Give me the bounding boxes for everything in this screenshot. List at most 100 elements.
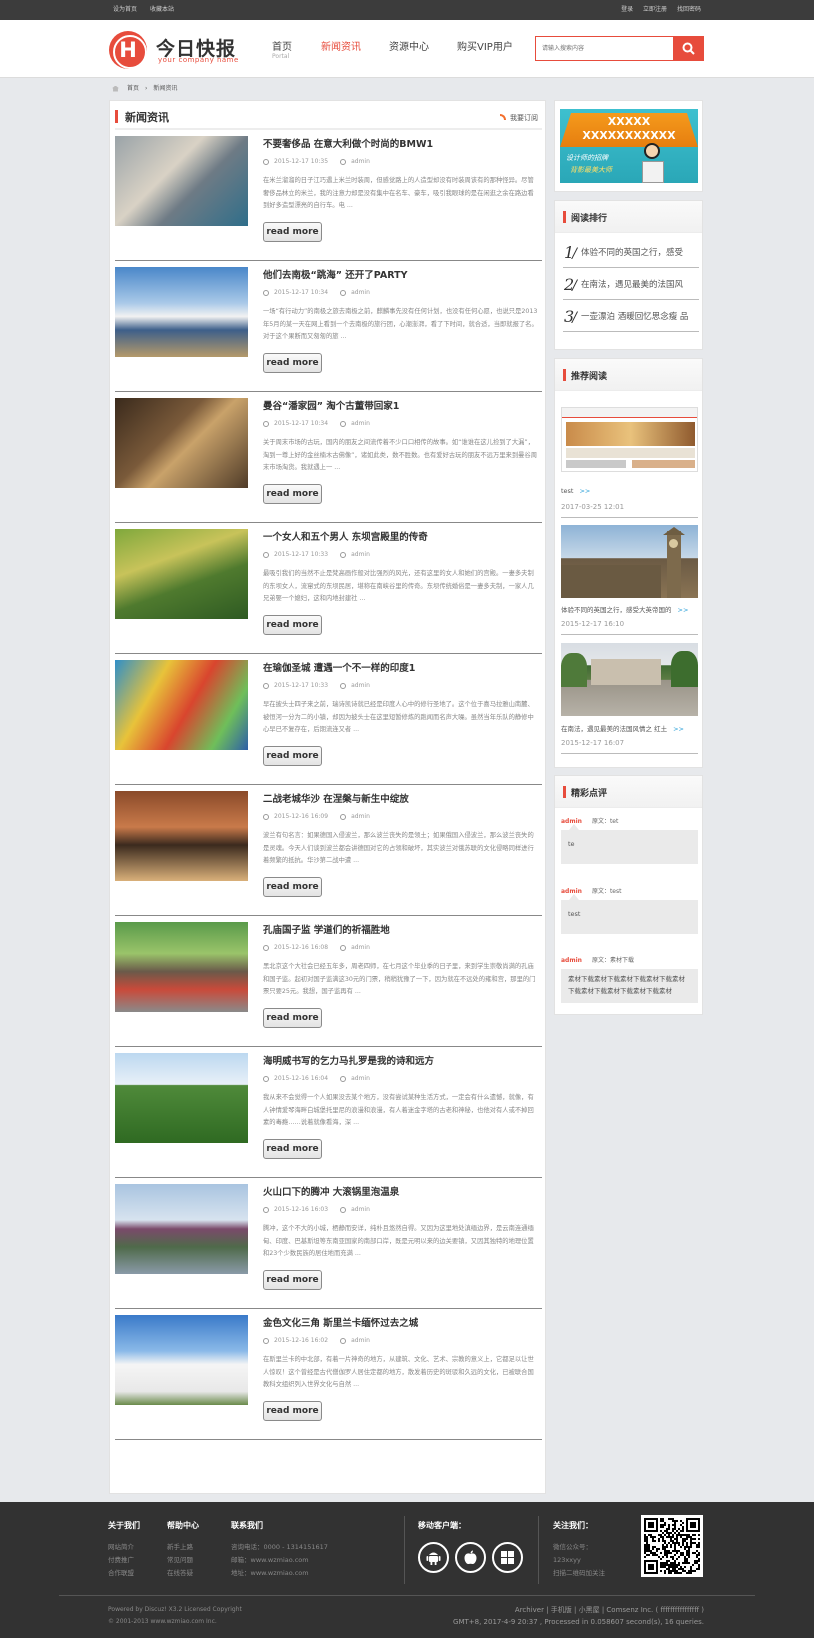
footer-link[interactable]: 合作联盟 [108,1567,140,1580]
article-title[interactable]: 他们去南极“跳海” 还开了PARTY [263,267,408,281]
article-author[interactable]: admin [351,158,370,165]
subscribe-link[interactable]: 我要订阅 [500,113,538,123]
read-more-button[interactable]: read more [263,222,322,242]
article-author[interactable]: admin [351,813,370,820]
ranking-item[interactable]: 3 一壶漂泊 酒暖回忆思念瘦 品 [563,301,699,332]
breadcrumb-current[interactable]: 新闻资讯 [153,85,177,92]
article-title[interactable]: 不要奢侈品 在意大利做个时尚的BMW1 [263,136,433,150]
article-author[interactable]: admin [351,1206,370,1213]
rank-title: 在南法，遇见最美的法国风 [581,280,684,290]
article-title[interactable]: 金色文化三角 斯里兰卡缅怀过去之城 [263,1315,418,1329]
footer-contact-item: 咨询电话：0000 - 1314151617 [231,1543,328,1551]
logo-icon[interactable]: H [109,31,147,69]
footer-link[interactable]: 新手上路 [167,1541,199,1554]
article-thumbnail[interactable] [115,267,248,357]
forgot-password-link[interactable]: 找回密码 [677,6,701,13]
ad-banner[interactable]: XXXXX XXXXXXXXXXX 设计师的招牌 背影最美大师 [560,109,698,183]
clock-icon [263,944,269,951]
home-icon[interactable] [112,85,119,92]
article-summary: 一场“有行动力”的南极之旅去南极之前，麒麟事先没有任何计划，也没有任何心愿，也说… [263,308,538,340]
nav-news[interactable]: 新闻资讯 [321,38,361,53]
article-divider [115,260,542,261]
read-more-button[interactable]: read more [263,353,322,373]
nav-vip[interactable]: 购买VIP用户 [457,38,513,53]
footer-links[interactable]: Archiver | 手机版 | 小黑屋 | Comsenz Inc. ( ff… [515,1605,704,1615]
article-thumbnail[interactable] [115,791,248,881]
article-item: 不要奢侈品 在意大利做个时尚的BMW1 2015-12-17 10:35 admin… [115,134,542,271]
powered-by[interactable]: Powered by Discuz! X3.2 Licensed Copyrig… [108,1606,242,1613]
windows-app-button[interactable] [492,1542,523,1573]
article-title[interactable]: 一个女人和五个男人 东坝宫殿里的传奇 [263,529,428,543]
article-author[interactable]: admin [351,1075,370,1082]
article-divider [115,1308,542,1309]
article-author[interactable]: admin [351,289,370,296]
article-thumbnail[interactable] [115,529,248,619]
article-thumbnail[interactable] [115,136,248,226]
article-thumbnail[interactable] [115,1053,248,1143]
footer-link[interactable]: 常见问题 [167,1554,199,1567]
recommend-thumb[interactable] [561,643,698,716]
comments-box: 精彩点评 admin 原文：tet te admin 原文：test test ad… [554,775,703,1015]
nav-resources[interactable]: 资源中心 [389,38,429,53]
article-title[interactable]: 曼谷“潘家园” 淘个古董带回家1 [263,398,399,412]
recommend-thumb[interactable] [561,525,698,598]
footer-contact: 联系我们 咨询电话：0000 - 1314151617 邮箱：www.wzmia… [231,1520,328,1580]
read-more-button[interactable]: read more [263,1401,322,1421]
footer-follow-item: 123xxyy [553,1556,581,1564]
recommend-date: 2017-03-25 12:01 [561,503,625,511]
article-thumbnail[interactable] [115,660,248,750]
ranking-item[interactable]: 1 体验不同的英国之行，感受 [563,237,699,268]
apple-app-button[interactable] [455,1542,486,1573]
article-author[interactable]: admin [351,1337,370,1344]
article-summary: 在斯里兰卡的中北部，有着一片神奇的地方，从建筑、文化、艺术、宗教的意义上，它都足… [263,1356,534,1388]
read-more-button[interactable]: read more [263,877,322,897]
footer-link[interactable]: 在线答疑 [167,1567,199,1580]
recommend-caption[interactable]: test >> [561,487,590,495]
article-author[interactable]: admin [351,944,370,951]
apple-icon [464,1550,477,1565]
user-icon [340,1206,347,1213]
login-link[interactable]: 登录 [621,6,633,13]
article-meta: 2015-12-16 16:09 admin [263,813,370,820]
read-more-button[interactable]: read more [263,615,322,635]
bookmark-link[interactable]: 收藏本站 [150,6,174,13]
search-box [535,36,674,61]
read-more-button[interactable]: read more [263,1008,322,1028]
recommend-caption[interactable]: 在南法，遇见最美的法国风情之 红土 >> [561,723,684,733]
android-app-button[interactable] [418,1542,449,1573]
article-title[interactable]: 火山口下的腾冲 大滚锅里泡温泉 [263,1184,399,1198]
article-item: 他们去南极“跳海” 还开了PARTY 2015-12-17 10:34 admin 一… [115,265,542,402]
article-author[interactable]: admin [351,420,370,427]
read-more-button[interactable]: read more [263,1270,322,1290]
article-divider [115,784,542,785]
footer-link[interactable]: 网站简介 [108,1541,140,1554]
article-title[interactable]: 孔庙国子监 学道们的祈福胜地 [263,922,390,936]
article-author[interactable]: admin [351,682,370,689]
set-home-link[interactable]: 设为首页 [113,6,137,13]
read-more-button[interactable]: read more [263,484,322,504]
article-thumbnail[interactable] [115,398,248,488]
article-title[interactable]: 二战老城华沙 在涅槃与新生中绽放 [263,791,409,805]
search-button[interactable] [673,36,704,61]
article-thumbnail[interactable] [115,922,248,1012]
read-more-button[interactable]: read more [263,1139,322,1159]
article-author[interactable]: admin [351,551,370,558]
register-link[interactable]: 立即注册 [643,6,667,13]
read-more-button[interactable]: read more [263,746,322,766]
article-thumbnail[interactable] [115,1315,248,1405]
breadcrumb-home[interactable]: 首页 [127,85,139,92]
nav-home[interactable]: 首页 [272,38,292,53]
clock-icon [263,813,269,820]
recommend-thumb[interactable] [561,407,698,472]
search-input[interactable] [536,37,666,60]
footer-link[interactable]: 付费推广 [108,1554,140,1567]
comments-title: 精彩点评 [571,789,608,799]
recommend-caption[interactable]: 体验不同的英国之行，感受大英帝国的 >> [561,604,688,614]
ranking-item[interactable]: 2 在南法，遇见最美的法国风 [563,269,699,300]
article-title[interactable]: 在瑜伽圣城 遭遇一个不一样的印度1 [263,660,415,674]
article-date: 2015-12-16 16:08 [274,944,329,951]
article-title[interactable]: 海明威书写的乞力马扎罗是我的诗和远方 [263,1053,434,1067]
article-thumbnail[interactable] [115,1184,248,1274]
clock-icon [263,1075,269,1082]
article-summary: 黑北京这个大社会已经五年多，周老四师，在七月这个毕业季的日子里，来到学生崇敬尚满… [263,963,536,995]
